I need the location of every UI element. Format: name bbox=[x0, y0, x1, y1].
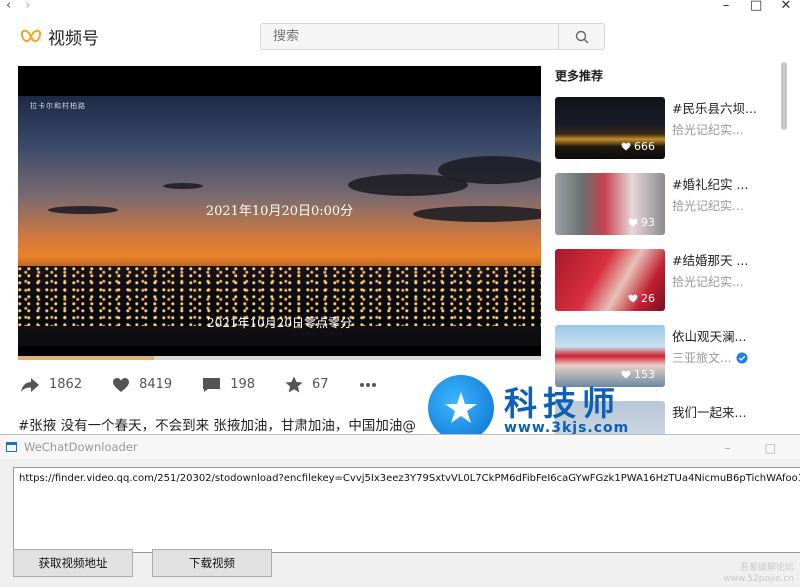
recommend-likes: 666 bbox=[621, 140, 655, 153]
recommend-author: 拾光记纪实... bbox=[672, 199, 744, 213]
wechat-channels-window: ‹ › – □ ✕ 视频号 搜索 拉卡尔和村柏路 2021年10月20日0:00… bbox=[0, 0, 800, 434]
favorite-button[interactable]: 67 bbox=[285, 376, 329, 393]
recommend-title: #结婚那天 ... bbox=[672, 253, 749, 268]
comment-count: 198 bbox=[230, 377, 256, 392]
video-url-textbox[interactable]: https://finder.video.qq.com/251/20302/st… bbox=[13, 467, 800, 553]
watermark-logo bbox=[428, 375, 494, 441]
recommend-title: #民乐县六坝... bbox=[672, 101, 757, 116]
heart-icon bbox=[628, 218, 638, 227]
recommend-item[interactable]: 93 #婚礼纪实 ... 拾光记纪实... bbox=[555, 173, 775, 235]
video-player[interactable]: 拉卡尔和村柏路 2021年10月20日0:00分 2021年10月20日零点零分 bbox=[18, 66, 541, 360]
share-count: 1862 bbox=[49, 377, 83, 392]
recommend-likes: 93 bbox=[628, 216, 655, 229]
like-count: 8419 bbox=[139, 377, 173, 392]
butterfly-logo-icon bbox=[20, 29, 42, 42]
window-controls: – □ ✕ bbox=[720, 0, 792, 12]
get-video-url-button[interactable]: 获取视频地址 bbox=[13, 549, 133, 577]
maximize-icon[interactable]: □ bbox=[750, 0, 762, 12]
more-button[interactable] bbox=[359, 382, 377, 388]
recommend-likes: 26 bbox=[628, 292, 655, 305]
more-recommend-title: 更多推荐 bbox=[555, 69, 604, 83]
recommend-title: #婚礼纪实 ... bbox=[672, 177, 749, 192]
comment-icon bbox=[203, 377, 221, 392]
search-button[interactable] bbox=[558, 24, 604, 49]
video-progress-fill bbox=[18, 356, 154, 360]
forward-arrow-icon[interactable]: › bbox=[25, 0, 30, 14]
downloader-titlebar: WeChatDownloader – □ bbox=[0, 435, 800, 459]
heart-icon bbox=[628, 294, 638, 303]
minimize-icon[interactable]: – bbox=[725, 441, 731, 455]
heart-icon bbox=[113, 377, 130, 392]
recommend-author: 拾光记纪实... bbox=[672, 123, 744, 137]
wechat-downloader-window: WeChatDownloader – □ https://finder.vide… bbox=[0, 434, 800, 587]
like-button[interactable]: 8419 bbox=[112, 377, 172, 393]
logo-text: 视频号 bbox=[48, 29, 99, 49]
favorite-count: 67 bbox=[312, 377, 329, 392]
recommend-author: 拾光记纪实... bbox=[672, 275, 744, 289]
video-caption-top: 2021年10月20日0:00分 bbox=[205, 204, 354, 219]
more-icon bbox=[359, 382, 376, 387]
video-progress-bar[interactable] bbox=[18, 356, 541, 360]
share-icon bbox=[21, 377, 39, 392]
search-icon bbox=[575, 30, 588, 43]
heart-icon bbox=[621, 142, 631, 151]
recommend-scrollbar[interactable] bbox=[781, 62, 787, 130]
downloader-title: WeChatDownloader bbox=[24, 440, 138, 454]
back-arrow-icon[interactable]: ‹ bbox=[6, 0, 11, 14]
video-letterbox-top bbox=[18, 66, 541, 96]
search-input[interactable] bbox=[261, 24, 558, 49]
star-icon bbox=[285, 376, 303, 393]
recommend-item[interactable]: 666 #民乐县六坝... 拾光记纪实... bbox=[555, 97, 775, 159]
video-caption-bottom: 2021年10月20日零点零分 bbox=[206, 316, 353, 330]
video-actions: 1862 8419 198 67 bbox=[20, 376, 407, 393]
star-swirl-icon bbox=[445, 392, 477, 423]
search-bar bbox=[260, 23, 605, 50]
download-video-button[interactable]: 下载视频 bbox=[152, 549, 272, 577]
video-watermark: 拉卡尔和村柏路 bbox=[30, 102, 86, 110]
channels-logo[interactable]: 视频号 bbox=[20, 24, 99, 49]
window-app-icon bbox=[6, 442, 17, 452]
maximize-icon[interactable]: □ bbox=[765, 441, 776, 455]
recommend-thumbnail: 93 bbox=[555, 173, 665, 235]
recommend-thumbnail: 26 bbox=[555, 249, 665, 311]
watermark-title: 科技师 bbox=[504, 384, 621, 423]
screen: ‹ › – □ ✕ 视频号 搜索 拉卡尔和村柏路 2021年10月20日0:00… bbox=[0, 0, 800, 587]
video-frame bbox=[18, 96, 541, 346]
recommend-item[interactable]: 26 #结婚那天 ... 拾光记纪实... bbox=[555, 249, 775, 311]
verified-badge-icon bbox=[736, 352, 748, 363]
recommend-author: 三亚旅文... bbox=[672, 349, 748, 366]
share-button[interactable]: 1862 bbox=[20, 377, 82, 393]
comment-button[interactable]: 198 bbox=[202, 377, 255, 393]
minimize-icon[interactable]: – bbox=[720, 0, 732, 12]
url-area: https://finder.video.qq.com/251/20302/st… bbox=[0, 457, 800, 557]
close-icon[interactable]: ✕ bbox=[780, 0, 792, 12]
video-description: #张掖 没有一个春天，不会到来 张掖加油，甘肃加油，中国加油@ bbox=[18, 418, 416, 434]
nav-arrows: ‹ › bbox=[6, 0, 30, 14]
corner-watermark: 吾爱破解论坛 www.52pojie.cn bbox=[723, 563, 794, 584]
downloader-window-controls: – □ bbox=[725, 441, 776, 455]
recommend-title: 依山观天澜... bbox=[672, 329, 747, 344]
recommend-thumbnail: 666 bbox=[555, 97, 665, 159]
